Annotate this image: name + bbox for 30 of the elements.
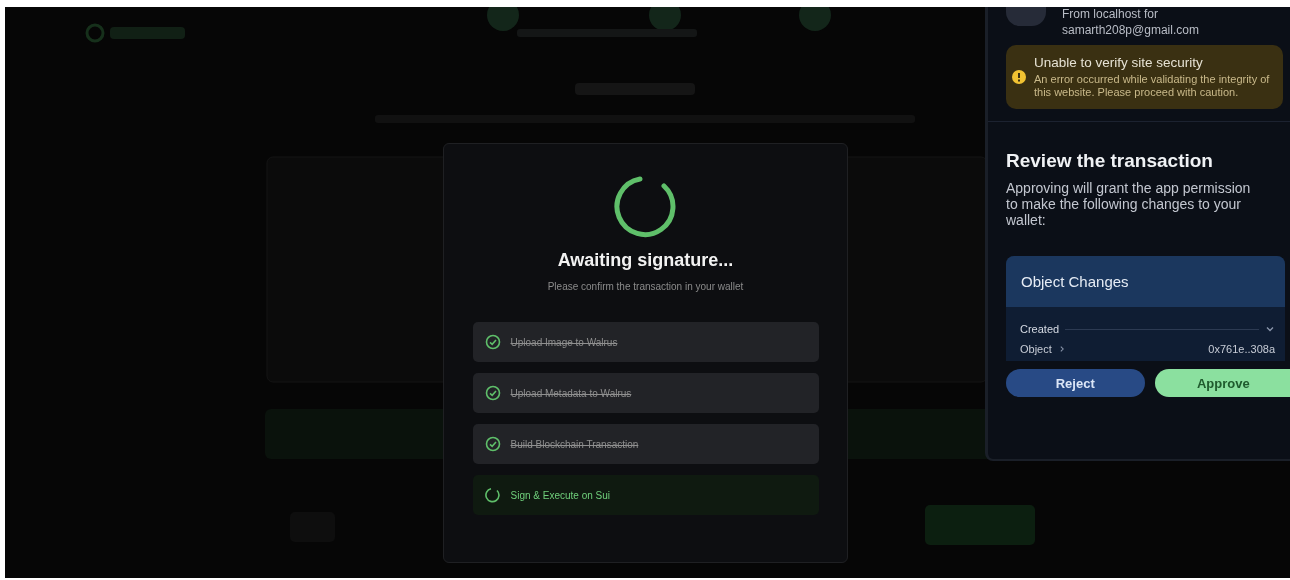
- card-header: Object Changes: [1006, 256, 1285, 307]
- check-circle-icon: [484, 436, 501, 452]
- chevron-icon: [1265, 324, 1275, 334]
- step-label: Upload Image to Walrus: [510, 336, 618, 348]
- reject-button[interactable]: Reject: [1006, 369, 1145, 397]
- origin-text: From localhost for: [1062, 8, 1160, 21]
- loading-spinner-icon: [613, 174, 678, 238]
- spinner-icon: [484, 487, 501, 503]
- account-email: samarth208p@gmail.com: [1062, 23, 1199, 37]
- avatar-icon: [1006, 7, 1046, 26]
- dialog-subtitle: Please confirm the transaction in your wallet: [547, 281, 744, 292]
- object-id: 0x761e..308a: [1208, 343, 1275, 355]
- step-label: Upload Metadata to Walrus: [510, 387, 632, 399]
- nav-step-icon: [649, 7, 681, 31]
- check-circle-icon: [484, 385, 501, 401]
- nav-step-icon: [487, 7, 519, 31]
- step-label: Sign & Execute on Sui: [510, 489, 610, 501]
- warning-title: Unable to verify site security: [1034, 55, 1204, 70]
- created-group-toggle[interactable]: Created: [1020, 317, 1275, 341]
- warning-message: An error occurred while validating the integrity of this website. Please proceed with caution.: [1034, 73, 1271, 99]
- logo-icon: [85, 23, 105, 43]
- step-label: Build Blockchain Transaction: [510, 438, 639, 450]
- warning-icon: [1012, 70, 1026, 84]
- object-link[interactable]: Object: [1020, 343, 1052, 355]
- review-description: Approving will grant the app permission to make the following changes to your wallet:: [1006, 180, 1252, 228]
- dialog-title: Awaiting signature...: [557, 250, 734, 271]
- check-circle-icon: [484, 334, 501, 350]
- review-heading: Review the transaction: [1006, 150, 1214, 172]
- approve-button[interactable]: Approve: [1154, 369, 1290, 397]
- nav-step-icon: [799, 7, 831, 31]
